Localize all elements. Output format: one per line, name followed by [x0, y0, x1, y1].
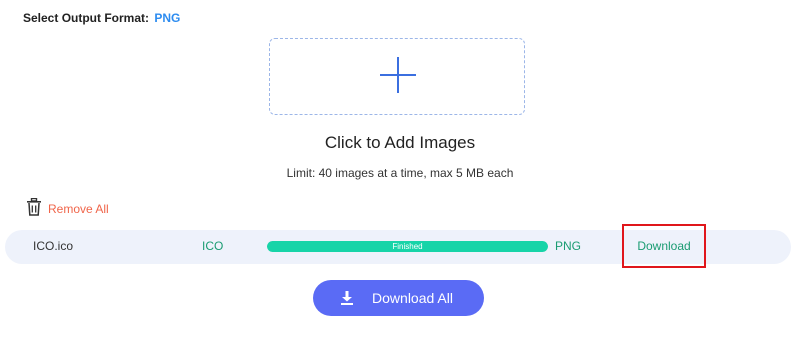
- download-icon: [341, 291, 354, 305]
- remove-all-button[interactable]: Remove All: [26, 198, 109, 216]
- file-row: ICO.ico ICO Finished PNG Download: [5, 224, 791, 268]
- output-format-label: Select Output Format:: [23, 11, 150, 25]
- output-format-value[interactable]: PNG: [154, 11, 180, 25]
- remove-all-label: Remove All: [48, 201, 109, 216]
- download-all-label: Download All: [372, 290, 453, 306]
- output-format-selector: Select Output Format: PNG: [23, 11, 180, 25]
- add-images-dropzone[interactable]: [269, 38, 525, 115]
- upload-limit-text: Limit: 40 images at a time, max 5 MB eac…: [286, 166, 514, 180]
- trash-icon: [27, 198, 41, 216]
- source-format: ICO: [202, 239, 224, 253]
- conversion-progress-bar: Finished: [267, 241, 548, 252]
- add-images-title[interactable]: Click to Add Images: [0, 133, 800, 153]
- plus-icon: [380, 57, 416, 93]
- progress-status: Finished: [392, 242, 423, 251]
- file-name: ICO.ico: [33, 239, 74, 253]
- download-button[interactable]: Download: [622, 224, 706, 268]
- target-format: PNG: [555, 239, 582, 253]
- download-all-button[interactable]: Download All: [313, 280, 484, 316]
